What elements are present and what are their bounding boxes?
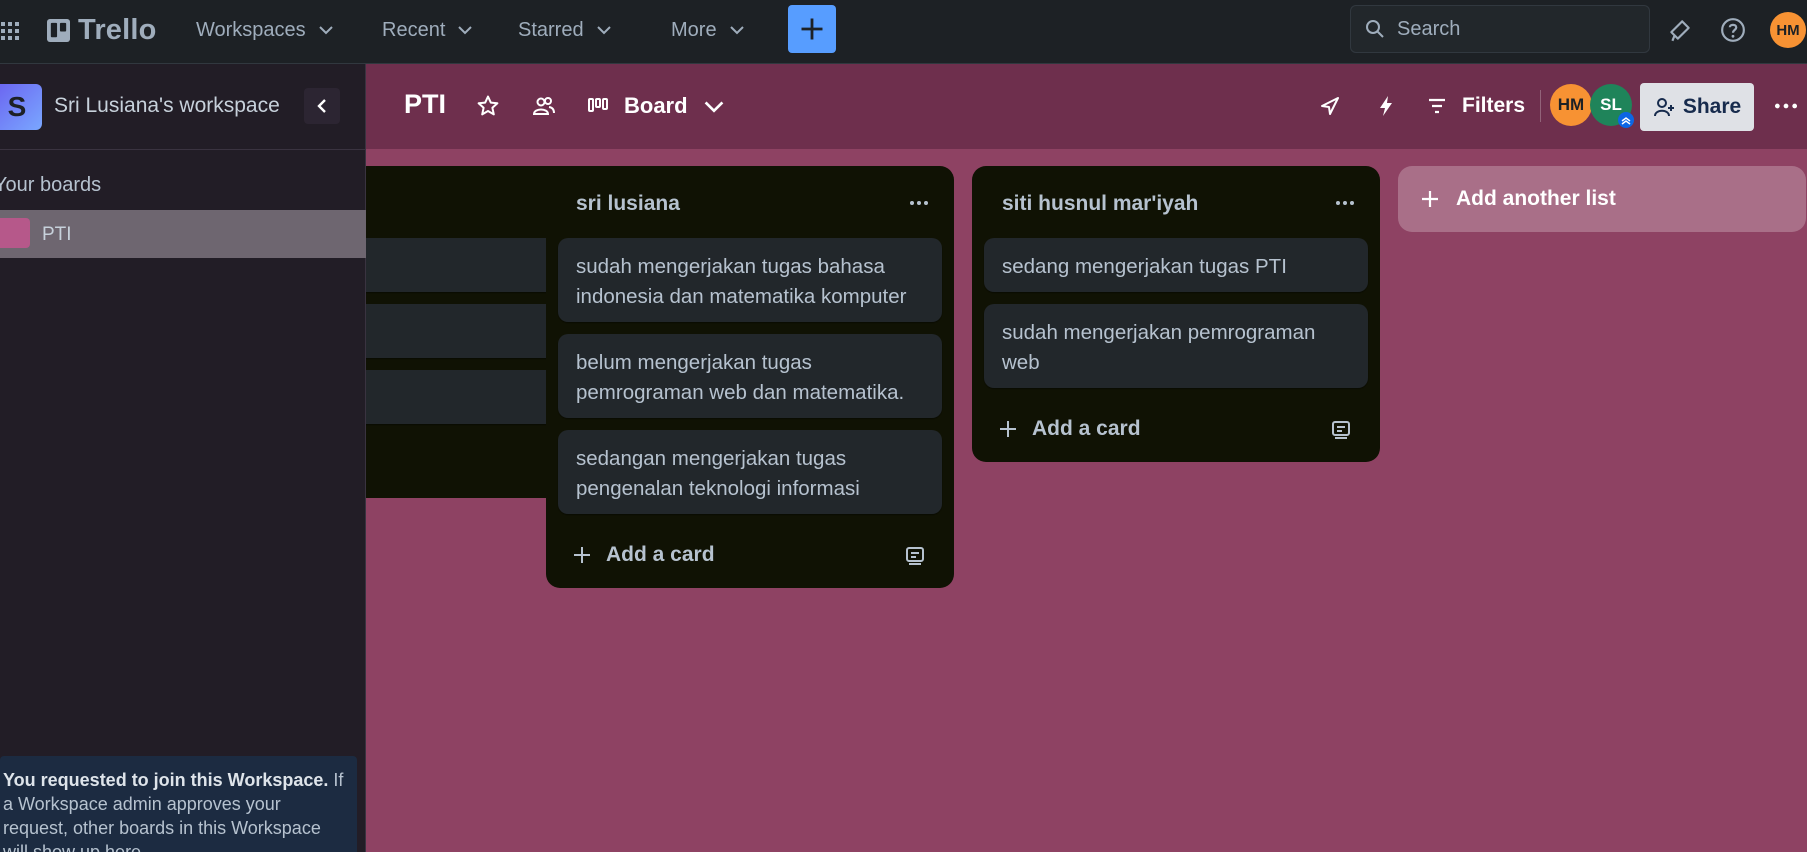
top-navigation: Trello Workspaces Recent Starred More HM — [0, 0, 1807, 64]
workspace-name[interactable]: Sri Lusiana's workspace — [54, 94, 280, 118]
search-box[interactable] — [1350, 5, 1650, 53]
create-button[interactable] — [788, 5, 836, 53]
workspace-avatar: S — [0, 84, 42, 130]
board-view-label: Board — [624, 93, 688, 118]
add-list-button[interactable]: Add another list — [1398, 166, 1806, 232]
chevron-down-icon — [318, 26, 333, 35]
list-card[interactable]: sudah mengerjakan pemrograman web — [984, 304, 1368, 388]
board-view-switcher[interactable]: Board — [586, 88, 726, 124]
plus-icon — [801, 18, 823, 40]
megaphone-icon — [1670, 20, 1690, 42]
board-canvas: PTI Board Filters HM SL Share sri lusian… — [366, 64, 1807, 852]
member-avatar-sl[interactable]: SL — [1590, 84, 1634, 128]
board-header: PTI Board Filters HM SL Share — [366, 64, 1807, 149]
automation-button[interactable] — [1370, 90, 1402, 122]
rocket-icon — [1321, 97, 1339, 115]
template-icon — [1332, 421, 1350, 439]
filter-icon — [1429, 98, 1445, 114]
list-siti-husnul-mariyah: siti husnul mar'iyah sedang mengerjakan … — [972, 166, 1380, 462]
sidebar-board-label: PTI — [42, 224, 72, 245]
join-note-bold: You requested to join this Workspace. — [3, 770, 329, 790]
admin-chevron-icon — [1618, 112, 1634, 128]
your-boards-heading: Your boards — [0, 174, 102, 196]
more-menu[interactable]: More — [671, 14, 747, 46]
board-view-icon — [588, 98, 608, 112]
add-card-button[interactable]: Add a card — [570, 538, 715, 572]
search-input[interactable] — [1397, 17, 1637, 41]
board-color-swatch — [0, 218, 30, 248]
power-ups-button[interactable] — [1314, 90, 1346, 122]
list-card[interactable]: sedang mengerjakan tugas PTI — [984, 238, 1368, 292]
more-menu-label: More — [671, 18, 717, 41]
add-person-icon — [1653, 98, 1674, 117]
workspaces-menu-label: Workspaces — [196, 18, 306, 41]
recent-menu-label: Recent — [382, 18, 446, 41]
chevron-down-icon — [729, 26, 744, 35]
board-menu-button[interactable] — [1770, 90, 1802, 122]
list-title[interactable]: sri lusiana — [576, 192, 680, 216]
join-request-notice: You requested to join this Workspace. If… — [0, 756, 357, 852]
visibility-button[interactable] — [528, 90, 560, 122]
chevron-down-icon — [596, 26, 611, 35]
people-icon — [532, 97, 555, 115]
workspace-header: S Sri Lusiana's workspace — [0, 64, 366, 150]
add-card-label: Add a card — [1032, 417, 1141, 440]
create-from-template-button[interactable] — [900, 540, 930, 570]
trello-logo-icon — [47, 18, 70, 42]
starred-menu[interactable]: Starred — [518, 14, 614, 46]
chevron-down-icon — [704, 101, 723, 113]
create-from-template-button[interactable] — [1326, 414, 1356, 444]
plus-icon — [1422, 191, 1438, 207]
plus-icon — [574, 547, 590, 563]
list-menu-button[interactable] — [902, 186, 936, 220]
chevron-down-icon — [458, 26, 473, 35]
list-title[interactable]: siti husnul mar'iyah — [1002, 192, 1198, 216]
list-card[interactable]: belum mengerjakan tugas pemrograman web … — [558, 334, 942, 418]
list-card[interactable]: sedangan mengerjakan tugas pengenalan te… — [558, 430, 942, 514]
star-icon — [477, 95, 499, 116]
add-list-label: Add another list — [1456, 187, 1616, 210]
collapse-sidebar-button[interactable] — [304, 88, 340, 124]
filters-button[interactable]: Filters — [1426, 88, 1525, 124]
template-icon — [906, 547, 924, 565]
chevron-left-icon — [317, 99, 326, 113]
list-sri-lusiana: sri lusiana sudah mengerjakan tugas baha… — [546, 166, 954, 588]
lightning-icon — [1380, 96, 1392, 116]
recent-menu[interactable]: Recent — [382, 14, 475, 46]
share-label: Share — [1682, 95, 1742, 118]
member-avatar-hm[interactable]: HM — [1550, 84, 1592, 126]
apps-grid-icon[interactable] — [0, 18, 24, 42]
trello-logo-text: Trello — [78, 13, 157, 46]
notifications-button[interactable] — [1664, 14, 1696, 46]
more-horizontal-icon — [910, 201, 928, 205]
trello-home-link[interactable]: Trello — [47, 14, 157, 46]
list-menu-button[interactable] — [1328, 186, 1362, 220]
plus-icon — [1000, 421, 1016, 437]
user-avatar[interactable]: HM — [1770, 12, 1806, 48]
help-button[interactable] — [1717, 14, 1749, 46]
filters-label: Filters — [1462, 94, 1526, 117]
board-title[interactable]: PTI — [404, 89, 446, 120]
share-button[interactable]: Share — [1640, 83, 1754, 131]
more-horizontal-icon — [1774, 103, 1798, 109]
search-icon — [1366, 20, 1384, 38]
star-board-button[interactable] — [472, 90, 504, 122]
help-icon — [1721, 18, 1745, 42]
add-card-button[interactable]: Add a card — [996, 412, 1141, 446]
starred-menu-label: Starred — [518, 18, 584, 41]
workspaces-menu[interactable]: Workspaces — [196, 14, 336, 46]
sidebar-item-pti[interactable]: PTI — [0, 210, 366, 258]
more-horizontal-icon — [1336, 201, 1354, 205]
header-divider — [1540, 90, 1541, 122]
add-card-label: Add a card — [606, 543, 715, 566]
list-card[interactable]: sudah mengerjakan tugas bahasa indonesia… — [558, 238, 942, 322]
workspace-sidebar: S Sri Lusiana's workspace Your boards PT… — [0, 64, 366, 852]
